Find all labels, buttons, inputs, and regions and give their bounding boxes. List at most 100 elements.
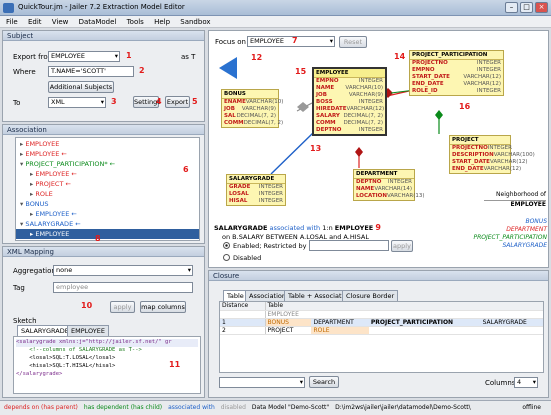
map-columns-button[interactable]: map columns — [140, 301, 186, 313]
maximize-icon[interactable]: □ — [520, 2, 533, 13]
enabled-radio[interactable] — [223, 242, 230, 249]
minimize-icon[interactable]: – — [505, 2, 518, 13]
department-node[interactable]: DEPARTMENT DEPTNO INTEGER NAME VARCHAR(14) LO… — [353, 169, 425, 201]
tree-item[interactable]: ▾ BONUS — [16, 199, 199, 209]
search-button[interactable]: Search — [309, 376, 339, 388]
node-column: COMM DECIMAL(7, 2) — [316, 120, 383, 126]
tree-item[interactable]: ▸ EMPLOYEE ← — [16, 169, 199, 179]
offline-status: offline — [522, 404, 541, 411]
node-column: END_DATE VARCHAR(12) — [412, 81, 501, 87]
menu-tools[interactable]: Tools — [127, 18, 144, 26]
node-column: START_DATE VARCHAR(12) — [452, 159, 528, 165]
node-column: DESCRIPTION VARCHAR(100) — [452, 152, 535, 158]
tab-closure-border[interactable]: Closure Border — [342, 290, 399, 301]
menu-file[interactable]: File — [6, 18, 18, 26]
closure-header: Closure — [209, 271, 548, 281]
search-select[interactable]: ▾ — [219, 377, 305, 388]
menu-view[interactable]: View — [52, 18, 69, 26]
aggregation-select[interactable]: none ▾ — [53, 265, 193, 276]
tree-item-label: EMPLOYEE — [35, 170, 70, 178]
tree-item[interactable]: ▸ ROLE — [16, 189, 199, 199]
closure-table[interactable]: Distance Table EMPLOYEE 1 BONUS DEPARTMENT P… — [219, 301, 544, 373]
legend-item: PROJECT_PARTICIPATION — [473, 234, 547, 241]
callout-13: 13 — [310, 144, 322, 153]
tree-item[interactable]: ▸ PROJECT ← — [16, 179, 199, 189]
callout-4: 4 — [156, 97, 162, 106]
assoc-card: 1:n — [322, 224, 333, 232]
columns-select[interactable]: 4 ▾ — [514, 377, 538, 388]
menu-datamodel[interactable]: DataModel — [79, 18, 117, 26]
apply-restriction-button[interactable]: apply — [391, 240, 413, 252]
arrow-left-icon: ← — [69, 210, 77, 218]
node-column: HIREDATE VARCHAR(12) — [316, 106, 385, 112]
node-title: DEPARTMENT — [354, 170, 414, 179]
node-column: NAME VARCHAR(10) — [316, 85, 383, 91]
menu-edit[interactable]: Edit — [28, 18, 42, 26]
node-column: ENAME VARCHAR(10) — [224, 99, 284, 105]
sketch-line: </salarygrade> — [16, 371, 63, 377]
table-row[interactable]: 1 BONUS DEPARTMENT PROJECT_PARTICIPATION SAL… — [220, 318, 543, 327]
bonus-node[interactable]: BONUS ENAME VARCHAR(10) JOB VARCHAR(9) SAL DEC… — [221, 89, 284, 128]
disabled-radio[interactable] — [223, 254, 230, 261]
title-bar: QuickTour.jm - Jailer 7.2 Extraction Mod… — [0, 0, 551, 16]
tree-item[interactable]: ▸ EMPLOYEE — [16, 139, 199, 149]
subject-panel: Subject Export from EMPLOYEE ▾ 1 as T Whe… — [2, 30, 205, 122]
callout-12: 12 — [251, 53, 263, 62]
graph-legend: BONUS DEPARTMENT PROJECT_PARTICIPATION SALA… — [449, 218, 547, 250]
legend-item: DEPARTMENT — [506, 226, 547, 233]
arrow-left-icon: ← — [63, 180, 71, 188]
status-bar: depends on (has parent) has dependent (h… — [0, 400, 551, 415]
table-cell: DEPARTMENT — [311, 318, 369, 327]
employee-node[interactable]: EMPLOYEE EMPNO INTEGER NAME VARCHAR(10) JOB VA… — [312, 67, 387, 136]
tree-item[interactable]: ▸ EMPLOYEE ← — [16, 209, 199, 219]
where-input[interactable]: T.NAME='SCOTT' — [48, 66, 134, 77]
graph-panel: Focus on EMPLOYEE ▾ 7 Reset EMPLOYEE EMPNO… — [208, 30, 549, 268]
menu-help[interactable]: Help — [154, 18, 170, 26]
export-from-select[interactable]: EMPLOYEE ▾ — [48, 51, 120, 62]
export-button[interactable]: Export — [165, 96, 190, 108]
table-row[interactable]: EMPLOYEE — [220, 310, 543, 319]
neighborhood-title: Neighborhood of — [496, 191, 546, 198]
tree-item-label: ROLE — [35, 190, 53, 198]
tree-item-label: EMPLOYEE — [25, 150, 60, 158]
additional-subjects-button[interactable]: Additional Subjects — [48, 81, 114, 93]
node-title: SALARYGRADE — [227, 175, 285, 184]
tree-item[interactable]: ▸ EMPLOYEE ← — [16, 149, 199, 159]
tag-input[interactable]: employee — [53, 282, 193, 293]
format-select[interactable]: XML ▾ — [48, 97, 106, 108]
node-column: JOB VARCHAR(9) — [224, 106, 276, 112]
node-title: BONUS — [222, 90, 278, 99]
tree-item-label: EMPLOYEE — [35, 230, 70, 238]
where-label: Where — [13, 68, 36, 76]
model-name: Data Model "Demo-Scott" — [251, 404, 330, 411]
table-cell: 1 — [220, 318, 266, 327]
project-participation-node[interactable]: PROJECT_PARTICIPATION PROJECTNO INTEGER EMP… — [409, 50, 504, 96]
node-column: DEPTNO INTEGER — [356, 179, 412, 185]
association-tree[interactable]: ▸ EMPLOYEE ▸ EMPLOYEE ← ▾ PROJECT_PARTICIP… — [15, 137, 200, 241]
salarygrade-node[interactable]: SALARYGRADE GRADE INTEGER LOSAL INTEGER HISAL… — [226, 174, 286, 206]
table-row[interactable]: 2 PROJECT ROLE — [220, 326, 543, 335]
table-cell — [480, 326, 543, 335]
tab-sketch-employee[interactable]: EMPLOYEE — [67, 325, 109, 336]
node-column: COMM DECIMAL(7, 2) — [224, 120, 284, 126]
menu-sandbox[interactable]: Sandbox — [180, 18, 210, 26]
node-column: SAL DECIMAL(7, 2) — [224, 113, 276, 119]
window-title: QuickTour.jm - Jailer 7.2 Extraction Mod… — [18, 3, 185, 11]
restriction-input[interactable] — [309, 240, 389, 251]
callout-11: 11 — [169, 360, 181, 369]
callout-2: 2 — [139, 66, 145, 75]
node-column: EMPNO INTEGER — [412, 67, 501, 73]
app-icon — [3, 3, 14, 13]
apply-mapping-button[interactable]: apply — [110, 301, 135, 313]
close-icon[interactable]: × — [535, 2, 548, 13]
tree-item[interactable]: ▸ EMPLOYEE — [16, 229, 199, 239]
assoc-type: associated with — [269, 224, 321, 232]
tab-sketch-salarygrade[interactable]: SALARYGRADE — [17, 325, 73, 336]
table-cell: PROJECT_PARTICIPATION — [368, 318, 481, 327]
legend-item: BONUS — [525, 218, 547, 225]
tree-item[interactable]: ▾ SALARYGRADE ← — [16, 219, 199, 229]
project-node[interactable]: PROJECT PROJECTNO INTEGER DESCRIPTION VARCHA… — [449, 135, 535, 174]
tree-item[interactable]: ▾ PROJECT_PARTICIPATION* ← — [16, 159, 199, 169]
callout-3: 3 — [111, 97, 117, 106]
tree-item-label: PROJECT_PARTICIPATION* — [25, 160, 108, 168]
